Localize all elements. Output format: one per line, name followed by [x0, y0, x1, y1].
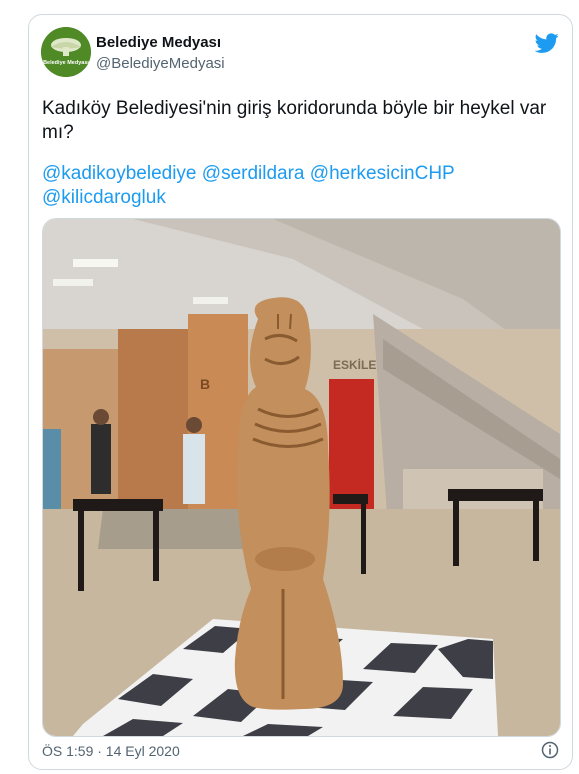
author-handle[interactable]: @BelediyeMedyasi: [96, 55, 225, 72]
author-name[interactable]: Belediye Medyası: [96, 34, 221, 51]
mention-link[interactable]: @serdildara: [202, 163, 305, 184]
wall-sign-letter: B: [200, 376, 210, 392]
info-icon[interactable]: [541, 741, 559, 759]
tweet-timestamp[interactable]: ÖS 1:59 · 14 Eyl 2020: [42, 743, 180, 759]
ceiling-light: [193, 297, 228, 304]
avatar-text: Belediye Medyası: [43, 60, 89, 66]
ceiling-light: [73, 259, 118, 267]
tweet-photo[interactable]: B ESKİLER: [42, 218, 561, 737]
mention-link[interactable]: @herkesicinCHP: [310, 163, 455, 184]
avatar[interactable]: Belediye Medyası: [41, 27, 91, 77]
ceiling-light: [53, 279, 93, 286]
mention-link[interactable]: @kilicdarogluk: [42, 187, 166, 208]
twitter-bird-icon[interactable]: [534, 31, 559, 55]
tweet-card[interactable]: Belediye Medyası Belediye Medyası @Beled…: [28, 14, 573, 770]
mention-link[interactable]: @kadikoybelediye: [42, 163, 197, 184]
mentions: @kadikoybelediye @serdildara @herkesicin…: [42, 162, 552, 210]
tweet-text: Kadıköy Belediyesi'nin giriş koridorunda…: [42, 98, 547, 143]
